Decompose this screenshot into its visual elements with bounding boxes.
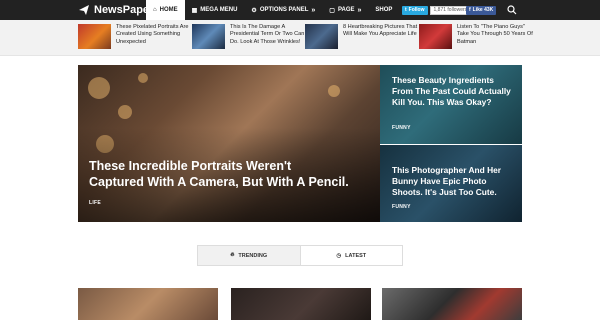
hero-overlay bbox=[78, 65, 380, 222]
hero-side-article-bottom[interactable]: This Photographer And Her Bunny Have Epi… bbox=[380, 145, 522, 222]
tab-latest[interactable]: ◷ LATEST bbox=[299, 246, 403, 265]
clock-icon: ◷ bbox=[336, 252, 342, 259]
hero-main-category[interactable]: LIFE bbox=[89, 200, 101, 206]
chevron-right-icon: » bbox=[357, 6, 362, 14]
nav-item-page[interactable]: ▢ PAGE » bbox=[322, 0, 368, 20]
side-article-category[interactable]: FUNNY bbox=[392, 125, 411, 131]
chevron-right-icon: » bbox=[311, 6, 316, 14]
site-logo[interactable]: NewsPaper bbox=[78, 3, 153, 17]
grid-icon: ▦ bbox=[191, 7, 198, 14]
trending-latest-tabs: 🔥︎ TRENDING ◷ LATEST bbox=[197, 245, 403, 266]
side-article-category[interactable]: FUNNY bbox=[392, 204, 411, 210]
hero-main-article[interactable] bbox=[78, 65, 380, 222]
search-icon[interactable] bbox=[507, 5, 517, 15]
main-nav: ⌂ HOME ▦ MEGA MENU ⚙ OPTIONS PANEL » ▢ P… bbox=[146, 0, 399, 20]
nav-item-shop[interactable]: SHOP bbox=[368, 0, 399, 20]
nav-item-home[interactable]: ⌂ HOME bbox=[146, 0, 185, 20]
ticker-item-title: Listen To "The Piano Guys" Take You Thro… bbox=[457, 24, 533, 45]
tech-thumb bbox=[305, 24, 338, 49]
facebook-like[interactable]: f Like 43K bbox=[466, 5, 497, 15]
article-card[interactable] bbox=[78, 288, 218, 320]
tab-trending-label: TRENDING bbox=[238, 252, 268, 259]
article-card[interactable] bbox=[382, 288, 522, 320]
tab-latest-label: LATEST bbox=[345, 252, 367, 259]
nav-label-mega-menu: MEGA MENU bbox=[200, 7, 238, 13]
car-thumb bbox=[192, 24, 225, 49]
hero-main-title[interactable]: These Incredible Portraits Weren't Captu… bbox=[89, 158, 349, 190]
ticker-item-title: 8 Heartbreaking Pictures That Will Make … bbox=[343, 24, 418, 38]
nav-label-page: PAGE bbox=[337, 7, 355, 13]
nav-label-shop: SHOP bbox=[375, 7, 393, 13]
tab-trending[interactable]: 🔥︎ TRENDING bbox=[198, 246, 300, 265]
gear-icon: ⚙ bbox=[251, 7, 257, 14]
hero-side-article-top[interactable]: These Beauty Ingredients From The Past C… bbox=[380, 65, 522, 144]
nav-item-mega-menu[interactable]: ▦ MEGA MENU bbox=[185, 0, 245, 20]
nav-label-options-panel: OPTIONS PANEL bbox=[259, 7, 309, 13]
home-icon: ⌂ bbox=[153, 7, 157, 13]
ticker-item[interactable]: Listen To "The Piano Guys" Take You Thro… bbox=[419, 24, 535, 52]
food-thumb bbox=[78, 24, 111, 49]
paper-plane-icon bbox=[79, 5, 89, 15]
twitter-follow[interactable]: t Follow 1,871 followers bbox=[402, 5, 472, 15]
logo-text: NewsPaper bbox=[94, 4, 154, 16]
twitter-icon: t bbox=[405, 7, 407, 13]
top-navigation-bar: NewsPaper ⌂ HOME ▦ MEGA MENU ⚙ OPTIONS P… bbox=[0, 0, 600, 20]
red-thumb bbox=[419, 24, 452, 49]
facebook-like-button[interactable]: f Like 43K bbox=[466, 5, 497, 15]
ticker-item[interactable]: 8 Heartbreaking Pictures That Will Make … bbox=[305, 24, 421, 52]
page-icon: ▢ bbox=[329, 7, 335, 14]
side-article-title[interactable]: These Beauty Ingredients From The Past C… bbox=[392, 75, 514, 108]
trending-ticker: These Pixelated Portraits Are Created Us… bbox=[0, 20, 600, 56]
nav-item-options-panel[interactable]: ⚙ OPTIONS PANEL » bbox=[244, 0, 322, 20]
ticker-item[interactable]: These Pixelated Portraits Are Created Us… bbox=[78, 24, 194, 52]
ticker-item-title: This Is The Damage A Presidential Term O… bbox=[230, 24, 305, 45]
ticker-item[interactable]: This Is The Damage A Presidential Term O… bbox=[192, 24, 308, 52]
ticker-item-title: These Pixelated Portraits Are Created Us… bbox=[116, 24, 189, 45]
article-card[interactable] bbox=[231, 288, 371, 320]
facebook-icon: f bbox=[469, 7, 471, 13]
twitter-follow-button[interactable]: t Follow bbox=[402, 5, 428, 15]
nav-label-home: HOME bbox=[159, 7, 178, 13]
fire-icon: 🔥︎ bbox=[230, 252, 235, 258]
twitter-follower-count: 1,871 followers bbox=[429, 5, 472, 15]
side-article-title[interactable]: This Photographer And Her Bunny Have Epi… bbox=[392, 165, 514, 198]
